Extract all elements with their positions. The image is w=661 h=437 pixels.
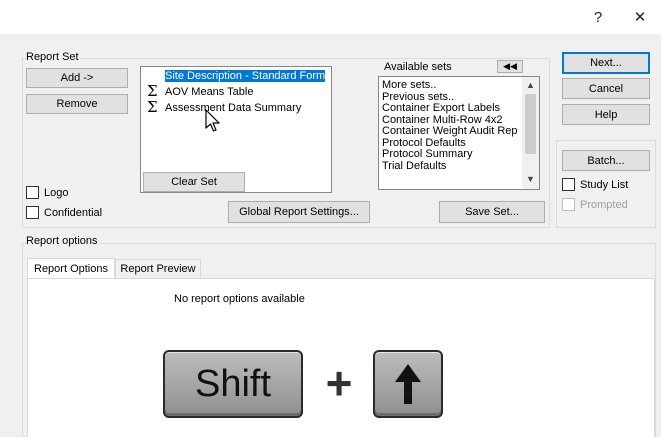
up-arrow-icon bbox=[395, 364, 421, 404]
help-icon[interactable]: ? bbox=[583, 4, 613, 30]
confidential-label: Confidential bbox=[44, 207, 103, 219]
list-item[interactable]: Container Export Labels bbox=[382, 102, 518, 115]
list-item[interactable]: AOV Means Table bbox=[165, 86, 253, 99]
list-item[interactable]: Assessment Data Summary bbox=[165, 102, 301, 115]
report-set-label: Report Set bbox=[25, 51, 80, 63]
tab-report-options[interactable]: Report Options bbox=[27, 258, 115, 279]
empty-message: No report options available bbox=[174, 293, 305, 305]
sigma-icon: Σ bbox=[147, 82, 158, 100]
list-item[interactable]: Site Description - Standard Form bbox=[163, 69, 327, 83]
available-sets-list[interactable]: More sets.. Previous sets.. Container Ex… bbox=[378, 76, 540, 190]
list-item[interactable]: Container Weight Audit Rep bbox=[382, 125, 518, 138]
global-report-settings-button[interactable]: Global Report Settings... bbox=[228, 201, 370, 223]
study-list-label: Study List bbox=[580, 179, 629, 191]
close-icon[interactable]: ✕ bbox=[625, 4, 655, 30]
plus-sign: + bbox=[325, 357, 353, 409]
logo-checkbox[interactable] bbox=[26, 186, 39, 199]
double-left-arrow-icon[interactable]: ◀◀ bbox=[497, 60, 523, 73]
title-bar: ? ✕ bbox=[0, 0, 661, 34]
scroll-up-icon[interactable]: ▲ bbox=[526, 80, 535, 90]
sigma-icon: Σ bbox=[147, 98, 158, 116]
save-set-button[interactable]: Save Set... bbox=[439, 201, 545, 223]
study-list-checkbox[interactable] bbox=[562, 178, 575, 191]
list-item[interactable]: More sets.. bbox=[382, 79, 518, 92]
mouse-cursor-icon bbox=[205, 109, 220, 132]
available-sets-label: Available sets bbox=[384, 61, 452, 73]
shift-key: Shift bbox=[163, 350, 303, 418]
remove-button[interactable]: Remove bbox=[26, 94, 128, 114]
up-arrow-key bbox=[373, 350, 443, 418]
batch-button[interactable]: Batch... bbox=[562, 150, 650, 171]
scrollbar[interactable]: ▲ ▼ bbox=[522, 77, 539, 189]
add-button[interactable]: Add -> bbox=[26, 68, 128, 88]
help-button[interactable]: Help bbox=[562, 104, 650, 125]
prompted-label: Prompted bbox=[580, 199, 628, 211]
scroll-thumb[interactable] bbox=[525, 94, 536, 154]
cancel-button[interactable]: Cancel bbox=[562, 78, 650, 99]
prompted-checkbox bbox=[562, 198, 575, 211]
confidential-checkbox[interactable] bbox=[26, 206, 39, 219]
next-button[interactable]: Next... bbox=[562, 52, 650, 74]
clear-set-button[interactable]: Clear Set bbox=[143, 172, 245, 192]
logo-label: Logo bbox=[44, 187, 69, 199]
report-options-label: Report options bbox=[25, 235, 99, 247]
scroll-down-icon[interactable]: ▼ bbox=[526, 174, 535, 184]
list-item[interactable]: Trial Defaults bbox=[382, 160, 518, 173]
list-item[interactable]: Protocol Summary bbox=[382, 148, 518, 161]
tab-report-preview[interactable]: Report Preview bbox=[115, 259, 201, 278]
